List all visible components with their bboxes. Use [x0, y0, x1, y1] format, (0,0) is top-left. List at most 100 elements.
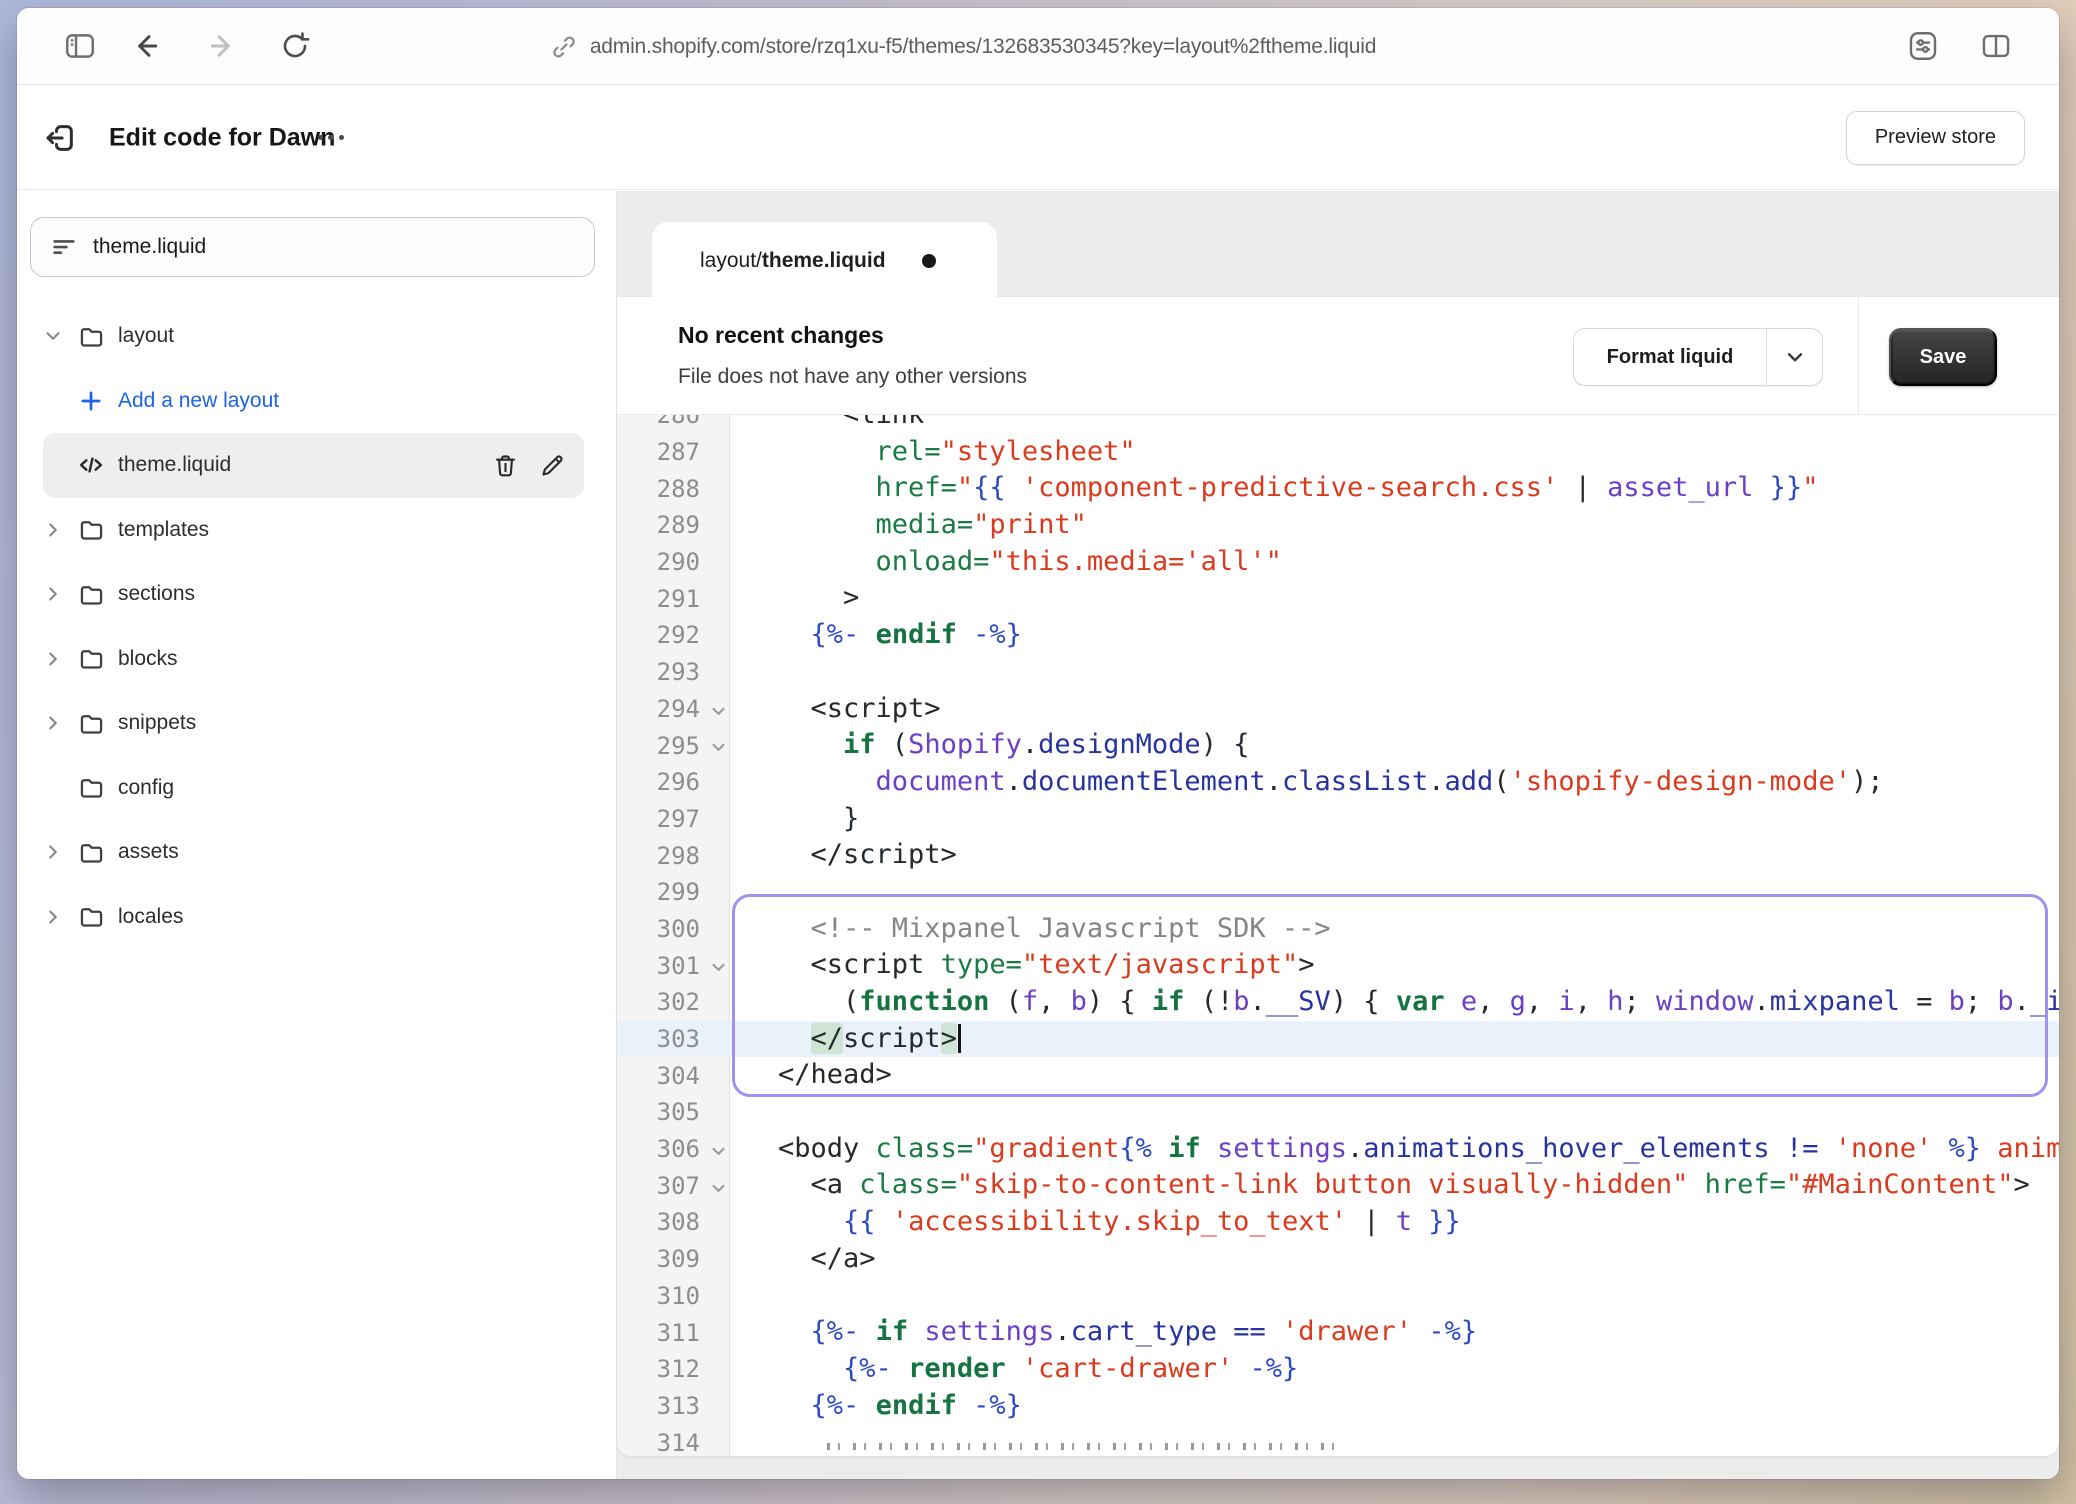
code-line-304[interactable]: 304</head>: [617, 1057, 2059, 1094]
line-number: 301: [617, 947, 730, 984]
line-number: 313: [617, 1388, 730, 1425]
code-text: {%- endif -%}: [730, 617, 2059, 654]
code-line-298[interactable]: 298 </script>: [617, 837, 2059, 874]
line-number: 308: [617, 1204, 730, 1241]
code-line-300[interactable]: 300 <!-- Mixpanel Javascript SDK -->: [617, 911, 2059, 948]
line-number: 300: [617, 911, 730, 948]
chevron-right-icon[interactable]: [42, 906, 64, 928]
code-line-291[interactable]: 291 >: [617, 580, 2059, 617]
fold-toggle-icon[interactable]: [710, 1179, 727, 1196]
editor-panel: layout/theme.liquid No recent changes Fi…: [617, 191, 2059, 1479]
line-number: 303: [617, 1021, 730, 1058]
line-number: 288: [617, 470, 730, 507]
sidebar-item-locales[interactable]: locales: [43, 885, 567, 950]
code-line-313[interactable]: 313 {%- endif -%}: [617, 1388, 2059, 1425]
file-search-box[interactable]: [30, 217, 595, 277]
code-line-309[interactable]: 309 </a>: [617, 1241, 2059, 1278]
tree-item-label: sections: [118, 582, 195, 606]
code-text: {%- if settings.cart_type == 'drawer' -%…: [730, 1314, 2059, 1351]
code-line-307[interactable]: 307 <a class="skip-to-content-link butto…: [617, 1167, 2059, 1204]
code-line-305[interactable]: 305: [617, 1094, 2059, 1131]
code-line-299[interactable]: 299: [617, 874, 2059, 911]
code-text: <!-- Mixpanel Javascript SDK -->: [730, 911, 2059, 948]
code-line-287[interactable]: 287 rel="stylesheet": [617, 434, 2059, 471]
code-line-294[interactable]: 294 <script>: [617, 691, 2059, 728]
code-line-295[interactable]: 295 if (Shopify.designMode) {: [617, 727, 2059, 764]
format-liquid-button[interactable]: Format liquid: [1573, 328, 1823, 386]
code-line-312[interactable]: 312 {%- render 'cart-drawer' -%}: [617, 1351, 2059, 1388]
code-line-311[interactable]: 311 {%- if settings.cart_type == 'drawer…: [617, 1314, 2059, 1351]
chevron-right-icon[interactable]: [42, 648, 64, 670]
file-search-input[interactable]: [93, 235, 576, 259]
sidebar-item-config[interactable]: config: [43, 756, 567, 821]
line-number: 296: [617, 764, 730, 801]
sidebar-action-add-a-new-layout[interactable]: Add a new layout: [43, 369, 567, 434]
chevron-right-icon[interactable]: [42, 583, 64, 605]
sidebar-item-blocks[interactable]: blocks: [43, 627, 567, 692]
address-bar[interactable]: admin.shopify.com/store/rzq1xu-f5/themes…: [17, 8, 1909, 85]
format-dropdown-toggle[interactable]: [1766, 329, 1822, 385]
code-editor[interactable]: 286 <link287 rel="stylesheet"288 href="{…: [617, 415, 2059, 1456]
code-line-306[interactable]: 306<body class="gradient{% if settings.a…: [617, 1131, 2059, 1168]
folder-icon: [78, 839, 105, 866]
line-number: 302: [617, 984, 730, 1021]
sidebar-item-theme.liquid[interactable]: theme.liquid: [43, 433, 584, 498]
editor-card: No recent changes File does not have any…: [617, 297, 2059, 1456]
code-line-301[interactable]: 301 <script type="text/javascript">: [617, 947, 2059, 984]
sidebar-item-snippets[interactable]: snippets: [43, 691, 567, 756]
code-line-296[interactable]: 296 document.documentElement.classList.a…: [617, 764, 2059, 801]
status-title: No recent changes: [678, 322, 884, 349]
fold-toggle-icon[interactable]: [710, 739, 727, 756]
folder-icon: [78, 323, 105, 350]
unsaved-dot: [922, 254, 936, 268]
sidebar-item-layout[interactable]: layout: [43, 304, 567, 369]
editor-toolbar: No recent changes File does not have any…: [617, 297, 2059, 415]
fold-toggle-icon[interactable]: [710, 1142, 727, 1159]
line-number: 299: [617, 874, 730, 911]
code-line-290[interactable]: 290 onload="this.media='all'": [617, 544, 2059, 581]
line-number: 298: [617, 837, 730, 874]
code-line-302[interactable]: 302 (function (f, b) { if (!b.__SV) { va…: [617, 984, 2059, 1021]
chevron-right-icon[interactable]: [42, 712, 64, 734]
fold-toggle-icon[interactable]: [710, 959, 727, 976]
code-line-303[interactable]: 303 </script>: [617, 1021, 2059, 1058]
line-number: 304: [617, 1057, 730, 1094]
sidebar-item-sections[interactable]: sections: [43, 562, 567, 627]
code-text: href="{{ 'component-predictive-search.cs…: [730, 470, 2059, 507]
code-line-286[interactable]: 286 <link: [617, 415, 2059, 434]
filter-icon: [49, 232, 79, 262]
pencil-icon[interactable]: [539, 452, 566, 479]
code-line-293[interactable]: 293: [617, 654, 2059, 691]
more-actions-icon[interactable]: [309, 121, 353, 155]
code-line-288[interactable]: 288 href="{{ 'component-predictive-searc…: [617, 470, 2059, 507]
sidebar-item-templates[interactable]: templates: [43, 498, 567, 563]
chevron-right-icon[interactable]: [42, 519, 64, 541]
line-number: 297: [617, 801, 730, 838]
tree-item-label: snippets: [118, 711, 196, 735]
sidebar-item-assets[interactable]: assets: [43, 820, 567, 885]
page-settings-icon[interactable]: [1905, 28, 1941, 64]
tab-theme-liquid[interactable]: layout/theme.liquid: [652, 222, 997, 299]
split-view-icon[interactable]: [1979, 29, 2013, 63]
line-number: 293: [617, 654, 730, 691]
code-text: <a class="skip-to-content-link button vi…: [730, 1167, 2059, 1204]
code-line-308[interactable]: 308 {{ 'accessibility.skip_to_text' | t …: [617, 1204, 2059, 1241]
chevron-down-icon[interactable]: [42, 325, 64, 347]
code-line-292[interactable]: 292 {%- endif -%}: [617, 617, 2059, 654]
exit-editor-icon[interactable]: [41, 119, 79, 157]
tree-item-label: locales: [118, 905, 183, 929]
code-line-297[interactable]: 297 }: [617, 801, 2059, 838]
trash-icon[interactable]: [492, 452, 519, 479]
save-button[interactable]: Save: [1889, 328, 1997, 386]
chevron-right-icon[interactable]: [42, 841, 64, 863]
url-text: admin.shopify.com/store/rzq1xu-f5/themes…: [590, 35, 1376, 59]
code-text: </script>: [730, 837, 2059, 874]
code-text: <script>: [730, 691, 2059, 728]
code-line-314[interactable]: 314: [617, 1424, 2059, 1456]
code-line-289[interactable]: 289 media="print": [617, 507, 2059, 544]
line-number: 289: [617, 507, 730, 544]
code-text: {{ 'accessibility.skip_to_text' | t }}: [730, 1204, 2059, 1241]
preview-store-button[interactable]: Preview store: [1846, 111, 2025, 165]
fold-toggle-icon[interactable]: [710, 702, 727, 719]
code-line-310[interactable]: 310: [617, 1278, 2059, 1315]
